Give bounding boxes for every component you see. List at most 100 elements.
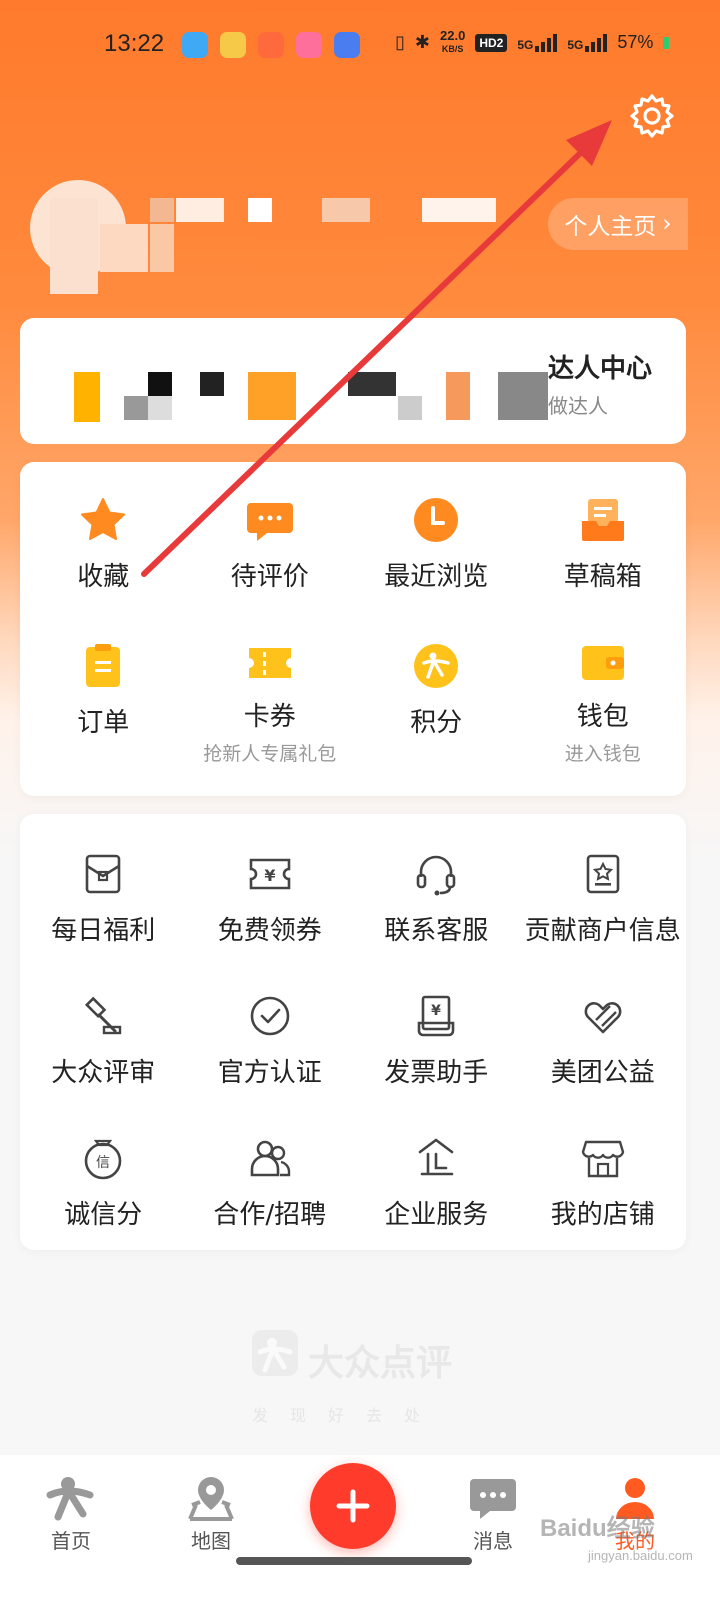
charity-icon — [575, 988, 631, 1044]
tool-daily-welfare[interactable]: 每日福利 — [20, 814, 187, 956]
map-pin-icon — [188, 1477, 234, 1521]
weibo-notification-icon — [220, 32, 246, 58]
shop-icon — [575, 1130, 631, 1186]
grid-item-points[interactable]: 积分 — [353, 608, 520, 754]
publish-button[interactable] — [310, 1463, 396, 1549]
nav-messages[interactable]: 消息 — [448, 1475, 538, 1554]
svg-text:信: 信 — [96, 1155, 110, 1171]
message-icon — [470, 1479, 516, 1519]
tool-invoice-assistant[interactable]: ¥ 发票助手 — [353, 956, 520, 1098]
baidu-watermark: Baidu经验 — [540, 1515, 655, 1542]
tool-customer-service[interactable]: 联系客服 — [353, 814, 520, 956]
grid-item-favorites[interactable]: 收藏 — [20, 462, 187, 608]
homepage-button[interactable]: 个人主页 › — [548, 198, 688, 250]
svg-text:¥: ¥ — [264, 866, 275, 885]
status-time: 13:22 — [104, 30, 165, 57]
brand-watermark: 大众点评 发现好去处 — [250, 1328, 460, 1425]
talent-center-card[interactable]: 达人中心 做达人 — [20, 318, 686, 444]
app-notification-icon — [258, 32, 284, 58]
dianping-logo-icon — [252, 1330, 298, 1376]
battery-icon — [663, 36, 670, 49]
chevron-right-icon: › — [662, 211, 672, 237]
tool-label: 美团公益 — [550, 1058, 655, 1088]
bilibili-notification-icon — [296, 32, 322, 58]
draft-box-icon — [575, 492, 631, 548]
credit-icon: 信 — [75, 1130, 131, 1186]
grid-item-coupons[interactable]: 卡券 抢新人专属礼包 — [187, 608, 354, 765]
tool-label: 官方认证 — [217, 1058, 322, 1088]
tool-credit-score[interactable]: 信 诚信分 — [20, 1098, 187, 1240]
tool-public-review[interactable]: 大众评审 — [20, 956, 187, 1098]
grid-item-label: 钱包 — [576, 702, 629, 732]
tools-grid: 每日福利 ¥ 免费领券 联系客服 贡献商户信息 大众评审 官方认证 ¥ 发票助手… — [20, 814, 686, 1240]
grid-item-orders[interactable]: 订单 — [20, 608, 187, 754]
tool-contribute-merchant[interactable]: 贡献商户信息 — [520, 814, 687, 956]
talent-center-subtitle: 做达人 — [548, 394, 608, 418]
tool-official-certification[interactable]: 官方认证 — [187, 956, 354, 1098]
grid-item-wallet[interactable]: 钱包 进入钱包 — [520, 608, 687, 765]
my-features-grid: 收藏 待评价 最近浏览 草稿箱 订单 卡券 抢新人专属礼包 积分 钱包 进入钱包 — [20, 462, 687, 765]
nav-map[interactable]: 地图 — [166, 1475, 256, 1554]
app-notification-icon — [182, 32, 208, 58]
signal-label: 5G — [567, 37, 584, 52]
net-speed-value: 22.0 — [440, 28, 466, 43]
tool-label: 发票助手 — [384, 1058, 489, 1088]
home-icon — [46, 1477, 94, 1521]
invoice-icon: ¥ — [408, 988, 464, 1044]
tool-my-store[interactable]: 我的店铺 — [520, 1098, 687, 1240]
net-speed: 22.0 KB/S — [440, 28, 466, 55]
talent-center-title: 达人中心 — [548, 354, 653, 384]
tool-label: 贡献商户信息 — [524, 916, 681, 946]
grid-item-to-review[interactable]: 待评价 — [187, 462, 354, 608]
signal-label: 5G — [517, 37, 534, 52]
coupon-icon: ¥ — [242, 846, 298, 902]
people-icon — [242, 1130, 298, 1186]
status-indicators: ▯ ✱ 22.0 KB/S HD2 5G 5G 57% — [395, 28, 670, 55]
settings-button[interactable] — [628, 92, 676, 140]
ticket-icon — [242, 638, 298, 688]
plus-icon — [336, 1489, 370, 1523]
grid-item-label: 待评价 — [230, 562, 309, 592]
grid-item-label: 最近浏览 — [384, 562, 489, 592]
grid-item-recent-views[interactable]: 最近浏览 — [353, 462, 520, 608]
battery-level: 57% — [617, 32, 654, 52]
app-notification-icon — [334, 32, 360, 58]
tool-label: 免费领券 — [217, 916, 322, 946]
grid-item-label: 收藏 — [77, 562, 130, 592]
headset-icon — [408, 846, 464, 902]
tool-meituan-charity[interactable]: 美团公益 — [520, 956, 687, 1098]
homepage-label: 个人主页 — [564, 214, 657, 240]
gear-icon — [630, 94, 674, 138]
svg-text:¥: ¥ — [431, 1003, 441, 1019]
baidu-watermark-url: jingyan.baidu.com — [588, 1548, 693, 1563]
brand-slogan: 发现好去处 — [252, 1406, 443, 1425]
profile-area[interactable] — [30, 180, 550, 300]
red-packet-icon — [75, 846, 131, 902]
status-bar: 13:22 ▯ ✱ 22.0 KB/S HD2 5G 5G 57% — [0, 0, 720, 90]
tool-cooperation-recruit[interactable]: 合作/招聘 — [187, 1098, 354, 1240]
enterprise-icon — [408, 1130, 464, 1186]
grid-item-label: 卡券 — [243, 702, 296, 732]
tool-label: 企业服务 — [384, 1200, 489, 1230]
nav-label: 首页 — [51, 1529, 91, 1553]
brand-name: 大众点评 — [308, 1343, 453, 1384]
tool-label: 合作/招聘 — [213, 1200, 327, 1230]
wallet-icon — [575, 638, 631, 688]
vibrate-icon: ▯ — [395, 32, 405, 52]
home-indicator[interactable] — [236, 1557, 472, 1565]
tool-label: 联系客服 — [384, 916, 489, 946]
star-icon — [75, 492, 131, 548]
my-features-card: 收藏 待评价 最近浏览 草稿箱 订单 卡券 抢新人专属礼包 积分 钱包 进入钱包 — [20, 462, 686, 796]
notification-app-icons — [182, 32, 360, 58]
grid-item-label: 积分 — [410, 708, 463, 738]
comment-icon — [242, 492, 298, 548]
hd-badge: HD2 — [475, 33, 508, 52]
tool-label: 每日福利 — [51, 916, 156, 946]
grid-item-label: 草稿箱 — [563, 562, 642, 592]
tool-enterprise-service[interactable]: 企业服务 — [353, 1098, 520, 1240]
tool-label: 我的店铺 — [550, 1200, 655, 1230]
grid-item-drafts[interactable]: 草稿箱 — [520, 462, 687, 608]
nav-home[interactable]: 首页 — [26, 1475, 116, 1554]
tool-free-coupons[interactable]: ¥ 免费领券 — [187, 814, 354, 956]
nav-label: 地图 — [191, 1529, 231, 1553]
